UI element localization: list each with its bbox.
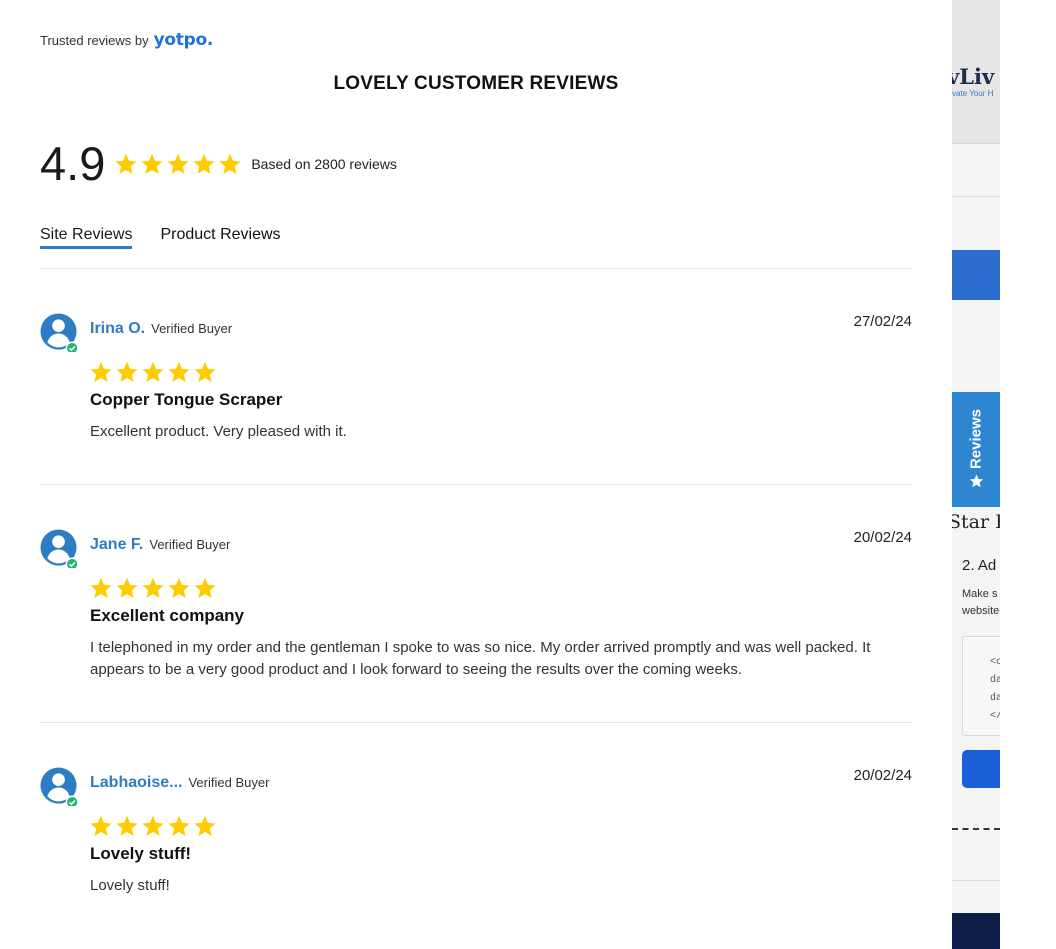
reviewer-line: Jane F. Verified Buyer <box>90 536 230 554</box>
star-icon <box>168 815 190 836</box>
star-icon <box>115 153 137 174</box>
rating-summary: 4.9 Based on 2800 reviews <box>40 136 397 192</box>
star-icon <box>142 815 164 836</box>
review-body: Excellent product. Very pleased with it. <box>90 423 347 440</box>
background-text-line: website <box>962 605 1000 617</box>
yotpo-logo[interactable]: yotpo. <box>154 30 214 50</box>
background-dashed-divider <box>952 828 1000 830</box>
floating-reviews-tab-text: Reviews <box>967 408 985 470</box>
review-stars <box>89 360 219 384</box>
review-date: 27/02/24 <box>853 313 912 330</box>
avatar <box>40 313 79 352</box>
floating-reviews-tab[interactable]: Reviews <box>952 392 1000 507</box>
background-code-line: da <box>990 693 1000 704</box>
review-item: Irina O. Verified Buyer 27/02/24 Copper … <box>40 313 912 453</box>
tab-product-reviews[interactable]: Product Reviews <box>160 226 280 249</box>
background-blue-bar <box>952 250 1000 300</box>
avatar <box>40 529 79 568</box>
star-icon <box>167 153 189 174</box>
divider <box>40 722 912 723</box>
verified-buyer-badge: Verified Buyer <box>188 775 270 790</box>
review-body: I telephoned in my order and the gentlem… <box>90 639 871 678</box>
star-icon <box>219 153 241 174</box>
star-icon <box>194 361 216 382</box>
background-page: vLiv vate Your H Reviews Star R 2. Ad Ma… <box>952 0 1000 949</box>
divider <box>40 484 912 485</box>
review-stars <box>89 814 219 838</box>
verified-buyer-badge: Verified Buyer <box>151 321 233 336</box>
divider <box>40 268 912 269</box>
star-icon <box>116 361 138 382</box>
verified-check-icon <box>65 795 79 806</box>
star-icon <box>194 577 216 598</box>
review-item: Labhaoise... Verified Buyer 20/02/24 Lov… <box>40 767 912 907</box>
verified-check-icon <box>65 557 79 568</box>
average-rating: 4.9 <box>40 137 106 190</box>
trusted-text: Trusted reviews by <box>40 33 149 48</box>
page: vLiv vate Your H Reviews Star R 2. Ad Ma… <box>0 0 1056 949</box>
reviewer-line: Labhaoise... Verified Buyer <box>90 774 269 792</box>
review-title: Copper Tongue Scraper <box>90 390 283 409</box>
background-footer <box>952 913 1000 949</box>
reviews-modal: Trusted reviews by yotpo. LOVELY CUSTOME… <box>0 0 952 949</box>
star-icon <box>193 153 215 174</box>
background-code-box: <c da da </ <box>962 636 1000 736</box>
tab-site-reviews[interactable]: Site Reviews <box>40 226 133 249</box>
star-icon <box>116 815 138 836</box>
reviewer-name[interactable]: Labhaoise... <box>90 774 182 792</box>
star-icon <box>90 577 112 598</box>
star-icon <box>142 361 164 382</box>
background-heading-fragment: Star R <box>952 511 1000 533</box>
background-header: vLiv vate Your H <box>952 0 1000 144</box>
floating-reviews-tab-label: Reviews <box>968 409 985 489</box>
page-title: LOVELY CUSTOMER REVIEWS <box>333 73 619 94</box>
background-divider <box>952 196 1000 197</box>
verified-check-icon <box>65 341 79 352</box>
star-icon <box>168 577 190 598</box>
background-button <box>962 750 1000 788</box>
star-icon <box>141 153 163 174</box>
reviewer-name[interactable]: Irina O. <box>90 320 145 338</box>
reviewer-line: Irina O. Verified Buyer <box>90 320 232 338</box>
star-icon <box>90 361 112 382</box>
star-icon <box>116 577 138 598</box>
star-icon <box>142 577 164 598</box>
background-step-fragment: 2. Ad <box>962 557 997 574</box>
avatar <box>40 767 79 806</box>
star-icon <box>168 361 190 382</box>
review-date: 20/02/24 <box>853 767 912 784</box>
background-divider <box>952 880 1000 881</box>
reviewer-name[interactable]: Jane F. <box>90 536 143 554</box>
star-icon <box>90 815 112 836</box>
verified-buyer-badge: Verified Buyer <box>149 537 231 552</box>
review-item: Jane F. Verified Buyer 20/02/24 Excellen… <box>40 529 912 689</box>
review-body: Lovely stuff! <box>90 877 170 894</box>
summary-stars <box>114 152 244 176</box>
star-icon <box>969 474 983 488</box>
review-date: 20/02/24 <box>853 529 912 546</box>
review-count: Based on 2800 reviews <box>251 156 397 172</box>
review-title: Lovely stuff! <box>90 844 192 863</box>
background-logo: vLiv <box>952 64 995 89</box>
background-code-line: da <box>990 675 1000 686</box>
background-text-line: Make s <box>962 588 998 600</box>
review-stars <box>89 576 219 600</box>
background-code-line: </ <box>990 711 1000 722</box>
background-text-fragment: Make s website <box>962 586 999 620</box>
background-logo-tagline: vate Your H <box>952 89 994 98</box>
star-icon <box>194 815 216 836</box>
review-tabs: Site Reviews Product Reviews <box>40 226 309 249</box>
background-code-line: <c <box>990 657 1000 668</box>
trusted-by-yotpo: Trusted reviews by yotpo. <box>40 30 213 50</box>
review-title: Excellent company <box>90 606 245 625</box>
